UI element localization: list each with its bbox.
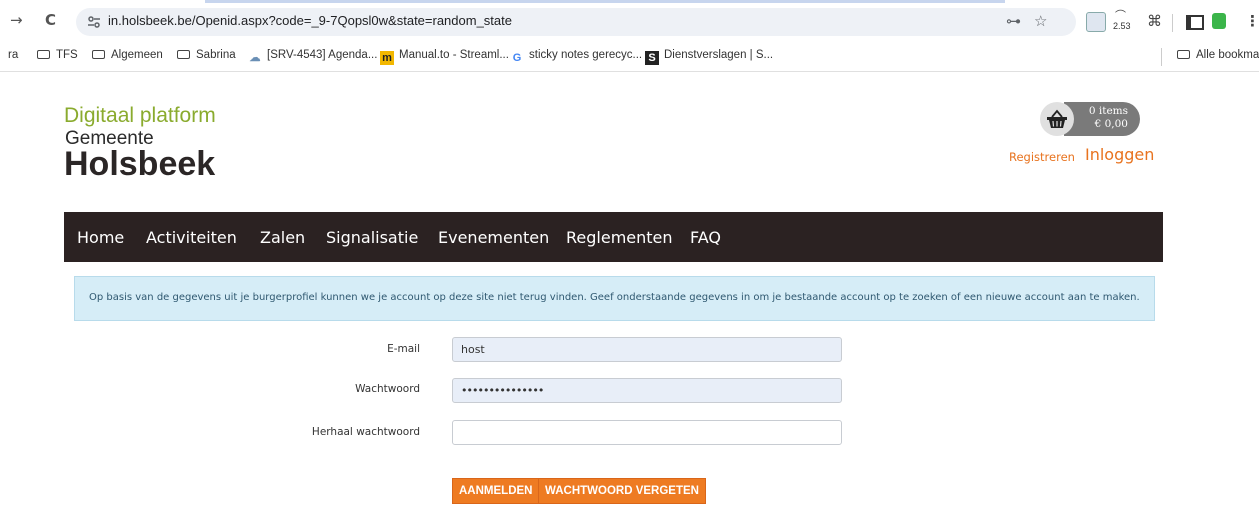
cart-summary: 0 items € 0,00	[1064, 102, 1140, 136]
bookmarks-divider	[1161, 48, 1162, 66]
logo-tagline: Digitaal platform	[64, 104, 216, 127]
side-panel-icon[interactable]	[1186, 15, 1204, 30]
repeat-password-field[interactable]	[452, 420, 842, 445]
password-label: Wachtwoord	[355, 383, 420, 395]
extensions-puzzle-icon[interactable]: ⌘	[1147, 12, 1162, 30]
bookmarks-bar: ra TFS Algemeen Sabrina ☁ [SRV-4543] Agen…	[0, 41, 1259, 72]
bookmark-label: Dienstverslagen | S...	[664, 49, 774, 61]
nav-zalen[interactable]: Zalen	[260, 228, 305, 247]
bookmark-label: ra	[8, 49, 19, 61]
bookmark-label: Alle bookmarks	[1196, 49, 1259, 61]
bookmark-folder-algemeen[interactable]: Algemeen	[92, 49, 163, 61]
email-label: E-mail	[387, 343, 420, 355]
bookmark-label: Manual.to - Streaml...	[399, 49, 509, 61]
s-logo-icon: S	[645, 51, 659, 65]
bookmark-manual[interactable]: m Manual.to - Streaml...	[380, 49, 509, 65]
email-field[interactable]	[452, 337, 842, 362]
bookmark-folder-sabrina[interactable]: Sabrina	[177, 49, 236, 61]
folder-icon	[1177, 50, 1190, 59]
forward-arrow-icon[interactable]: →	[10, 11, 23, 29]
nav-home[interactable]: Home	[77, 228, 124, 247]
repeat-password-label: Herhaal wachtwoord	[311, 426, 420, 438]
green-extension-icon[interactable]	[1212, 13, 1226, 29]
nav-activiteiten[interactable]: Activiteiten	[146, 228, 237, 247]
reload-icon[interactable]: C	[45, 11, 56, 29]
bookmark-item[interactable]: ra	[8, 49, 18, 61]
logo-name[interactable]: Holsbeek	[64, 145, 215, 184]
info-alert: Op basis van de gegevens uit je burgerpr…	[74, 276, 1155, 321]
basket-icon	[1040, 102, 1074, 136]
bookmark-star-icon[interactable]: ☆	[1034, 12, 1047, 30]
menu-kebab-icon[interactable]: ⋮	[1245, 12, 1259, 30]
nav-evenementen[interactable]: Evenementen	[438, 228, 549, 247]
folder-icon	[92, 50, 105, 59]
nav-reglementen[interactable]: Reglementen	[566, 228, 673, 247]
key-icon[interactable]: ⊶	[1006, 12, 1021, 30]
url-text: in.holsbeek.be/Openid.aspx?code=_9-7Qops…	[108, 13, 512, 28]
bookmark-dienstverslagen[interactable]: S Dienstverslagen | S...	[645, 49, 773, 65]
register-link[interactable]: Registreren	[1009, 150, 1075, 164]
calendar-extension-icon[interactable]	[1086, 12, 1106, 32]
bookmark-sticky-notes[interactable]: Gsticky notes gerecyc...	[510, 49, 642, 65]
forgot-password-button[interactable]: WACHTWOORD VERGETEN	[538, 478, 706, 504]
bookmark-label: sticky notes gerecyc...	[529, 49, 643, 61]
info-message: Op basis van de gegevens uit je burgerpr…	[89, 292, 1140, 303]
nav-signalisatie[interactable]: Signalisatie	[326, 228, 418, 247]
folder-icon	[177, 50, 190, 59]
site-settings-icon[interactable]	[86, 14, 102, 30]
google-icon: G	[512, 52, 522, 64]
extension-badge: 2.53	[1113, 21, 1131, 31]
main-navigation: Home Activiteiten Zalen Signalisatie Eve…	[64, 212, 1163, 262]
login-link[interactable]: Inloggen	[1085, 145, 1154, 164]
bookmark-agenda[interactable]: ☁ [SRV-4543] Agenda...	[248, 49, 378, 65]
address-bar[interactable]: in.holsbeek.be/Openid.aspx?code=_9-7Qops…	[76, 8, 1076, 36]
cloud-icon: ☁	[249, 52, 261, 64]
bookmark-label: [SRV-4543] Agenda...	[267, 49, 378, 61]
bookmark-folder-tfs[interactable]: TFS	[37, 49, 78, 61]
all-bookmarks[interactable]: Alle bookmarks	[1177, 49, 1259, 61]
register-button[interactable]: AANMELDEN	[452, 478, 540, 504]
nav-faq[interactable]: FAQ	[690, 228, 721, 247]
browser-toolbar: → C in.holsbeek.be/Openid.aspx?code=_9-7…	[0, 3, 1259, 41]
password-field[interactable]	[452, 378, 842, 403]
folder-icon	[37, 50, 50, 59]
m-logo-icon: m	[380, 51, 394, 65]
bookmark-label: Algemeen	[111, 49, 163, 61]
bookmark-label: TFS	[56, 49, 78, 61]
toolbar-divider	[1172, 14, 1173, 32]
bookmark-label: Sabrina	[196, 49, 236, 61]
